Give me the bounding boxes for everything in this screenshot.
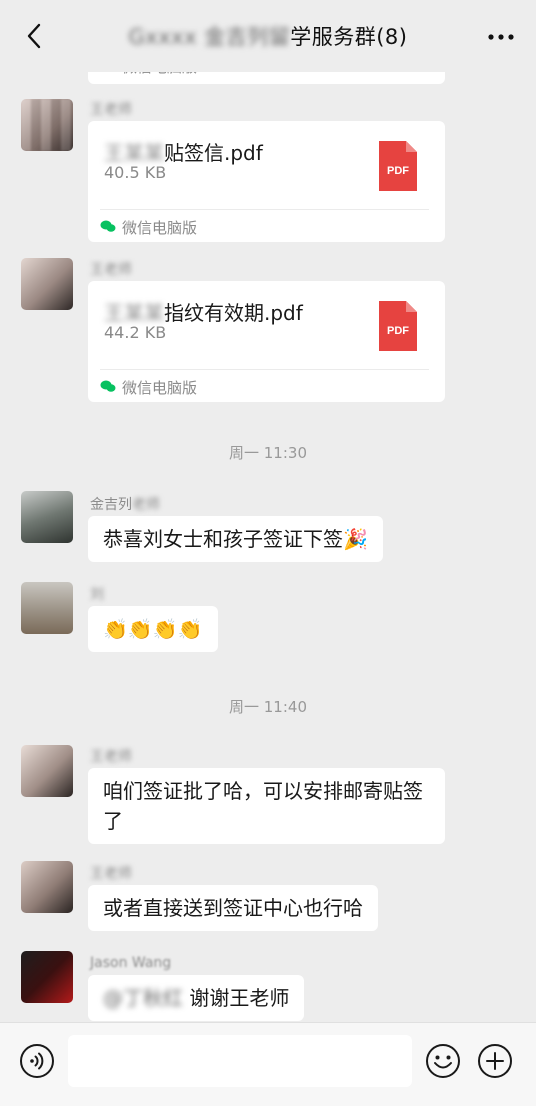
emoji-icon — [426, 1044, 460, 1078]
avatar[interactable] — [21, 491, 73, 543]
back-button[interactable] — [18, 20, 50, 52]
chevron-left-icon — [27, 23, 41, 49]
emoji-button[interactable] — [425, 1043, 461, 1079]
plus-button[interactable] — [477, 1043, 513, 1079]
message-input[interactable] — [68, 1035, 412, 1087]
file-message[interactable]: 王某某指纹有效期.pdf 44.2 KB PDF 微信电脑版 — [88, 281, 445, 402]
wechat-pc-icon — [100, 379, 116, 397]
sender-name: 王老师 — [90, 262, 132, 278]
svg-text:PDF: PDF — [387, 325, 409, 337]
sender-name: 刘 — [90, 587, 104, 603]
text-message[interactable]: 👏👏👏👏 — [88, 606, 218, 652]
divider — [100, 209, 429, 210]
text-message[interactable]: @丁秋红 谢谢王老师 — [88, 975, 305, 1021]
pdf-file-icon: PDF — [379, 141, 417, 191]
file-name: 王某某贴签信.pdf — [104, 141, 263, 165]
file-size: 40.5 KB — [104, 163, 167, 182]
sender-name: 王老师 — [90, 102, 132, 118]
voice-icon — [20, 1044, 54, 1078]
chat-title: Gxxxx 金吉列留学服务群(8) — [128, 25, 408, 49]
file-source: 微信电脑版 — [100, 217, 197, 238]
pdf-file-icon: PDF — [379, 301, 417, 351]
timestamp: 周一 11:40 — [229, 698, 307, 716]
sender-name: 金吉列老师 — [90, 497, 160, 513]
more-dots-icon — [488, 34, 514, 40]
chat-area[interactable]: 微信电脑版 王老师 王某某贴签信.pdf 40.5 KB PDF 微信电脑版 王… — [0, 0, 536, 1022]
sender-name: 王老师 — [90, 749, 132, 765]
divider — [100, 369, 429, 370]
title-bar: Gxxxx 金吉列留学服务群(8) — [0, 0, 536, 72]
wechat-pc-icon — [100, 219, 116, 237]
sender-name: Jason Wang — [90, 955, 172, 971]
avatar[interactable] — [21, 951, 73, 1003]
file-size: 44.2 KB — [104, 323, 167, 342]
file-name: 王某某指纹有效期.pdf — [104, 301, 303, 325]
avatar[interactable] — [21, 745, 73, 797]
timestamp: 周一 11:30 — [229, 444, 307, 462]
avatar[interactable] — [21, 99, 73, 151]
voice-button[interactable] — [19, 1043, 55, 1079]
file-source: 微信电脑版 — [100, 377, 197, 398]
avatar[interactable] — [21, 582, 73, 634]
input-toolbar — [0, 1022, 536, 1106]
avatar[interactable] — [21, 258, 73, 310]
file-message[interactable]: 王某某贴签信.pdf 40.5 KB PDF 微信电脑版 — [88, 121, 445, 242]
plus-icon — [478, 1044, 512, 1078]
avatar[interactable] — [21, 861, 73, 913]
text-message[interactable]: 或者直接送到签证中心也行哈 — [88, 885, 378, 931]
svg-text:PDF: PDF — [387, 165, 409, 177]
text-message[interactable]: 恭喜刘女士和孩子签证下签🎉 — [88, 516, 383, 562]
sender-name: 王老师 — [90, 866, 132, 882]
more-button[interactable] — [486, 22, 516, 52]
text-message[interactable]: 咱们签证批了哈，可以安排邮寄贴签了 — [88, 768, 445, 844]
